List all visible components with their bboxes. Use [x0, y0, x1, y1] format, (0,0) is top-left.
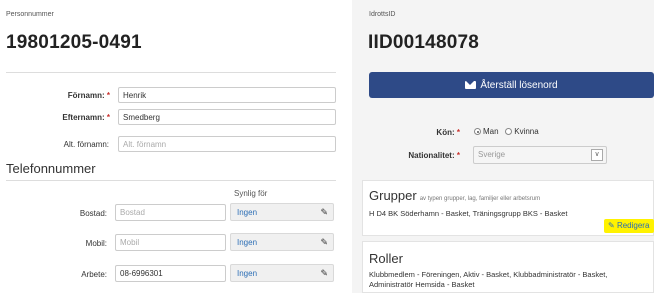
- divider: [6, 72, 336, 73]
- arbete-input[interactable]: 08-6996301: [115, 265, 226, 282]
- edit-icon: ✎: [320, 268, 328, 278]
- roles-line-2: Administratör Hemsida - Basket: [369, 280, 475, 289]
- edit-icon: ✎: [320, 207, 328, 217]
- fornamn-label: Förnamn: *: [67, 91, 110, 100]
- telefonnummer-heading: Telefonnummer: [6, 161, 96, 176]
- mobil-label: Mobil:: [85, 239, 107, 248]
- person-panel: Personnummer 19801205-0491 Förnamn: * He…: [0, 0, 352, 293]
- roles-heading: Roller: [369, 251, 403, 266]
- efternamn-label: Efternamn: *: [62, 113, 110, 122]
- arbete-label: Arbete:: [81, 270, 107, 279]
- roles-line-1: Klubbmedlem - Föreningen, Aktiv - Basket…: [369, 270, 608, 279]
- gender-radio-group: Man Kvinna: [474, 127, 539, 136]
- edit-groups-button[interactable]: ✎ Redigera: [604, 219, 654, 233]
- bostad-visibility-select[interactable]: Ingen ✎: [230, 203, 334, 221]
- fornamn-input[interactable]: Henrik: [118, 87, 336, 103]
- chevron-down-icon: ∨: [591, 149, 603, 161]
- alt-fornamn-label: Alt. förnamn:: [63, 140, 109, 149]
- alt-fornamn-input[interactable]: Alt. förnamn: [118, 136, 336, 152]
- gender-option-man[interactable]: Man: [474, 127, 499, 136]
- bostad-input[interactable]: Bostad: [115, 204, 226, 221]
- groups-heading: Grupper av typen grupper, lag, familjer e…: [369, 188, 541, 203]
- divider: [6, 180, 336, 181]
- envelope-icon: [465, 81, 477, 89]
- bostad-label: Bostad:: [79, 209, 107, 218]
- groups-list: H D4 BK Söderhamn - Basket, Träningsgrup…: [369, 209, 568, 218]
- arbete-visibility-select[interactable]: Ingen ✎: [230, 264, 334, 282]
- efternamn-input[interactable]: Smedberg: [118, 109, 336, 125]
- idrottsid-label: IdrottsID: [369, 11, 396, 18]
- personnummer-label: Personnummer: [6, 11, 54, 18]
- nationality-label: Nationalitet: *: [408, 151, 460, 160]
- gender-option-kvinna[interactable]: Kvinna: [505, 127, 539, 136]
- reset-password-button[interactable]: Återställ lösenord: [369, 72, 654, 98]
- idrottsid-value: IID00148078: [368, 32, 480, 53]
- mobil-visibility-select[interactable]: Ingen ✎: [230, 233, 334, 251]
- reset-password-label: Återställ lösenord: [480, 79, 558, 91]
- edit-icon: ✎: [320, 237, 328, 247]
- personnummer-value: 19801205-0491: [6, 32, 142, 53]
- radio-icon: [505, 128, 513, 136]
- edit-icon: ✎: [608, 221, 615, 230]
- gender-label: Kön: *: [436, 128, 460, 137]
- synlig-for-header: Synlig för: [234, 189, 268, 198]
- radio-selected-icon: [474, 128, 481, 136]
- nationality-select[interactable]: Sverige ∨: [473, 146, 607, 164]
- mobil-input[interactable]: Mobil: [115, 234, 226, 251]
